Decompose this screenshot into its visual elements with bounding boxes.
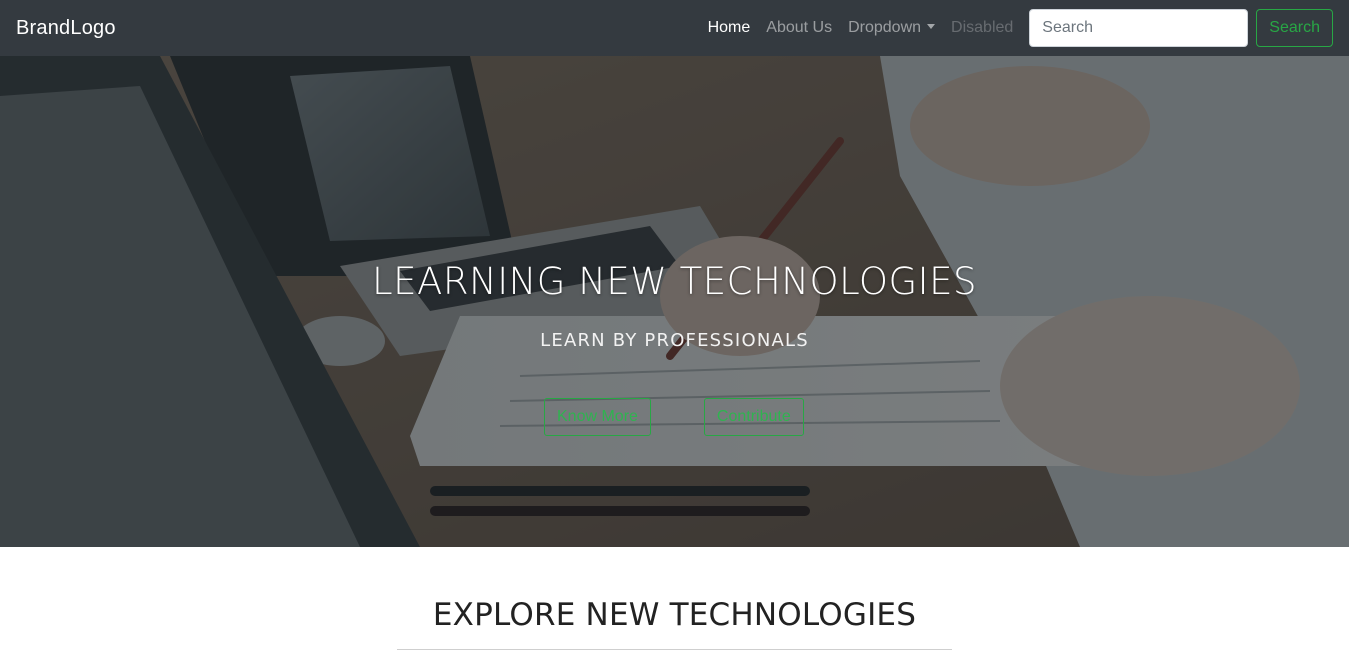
search-input[interactable] — [1029, 9, 1249, 47]
search-button[interactable]: Search — [1256, 9, 1333, 47]
nav-item-disabled-label: Disabled — [951, 19, 1014, 36]
hero-title: LEARNING NEW TECHNOLOGIES — [372, 260, 977, 303]
hero-section: LEARNING NEW TECHNOLOGIES LEARN BY PROFE… — [0, 56, 1349, 547]
nav-item-dropdown[interactable]: Dropdown — [840, 11, 943, 45]
explore-title: EXPLORE NEW TECHNOLOGIES — [432, 597, 917, 633]
brand-logo[interactable]: BrandLogo — [16, 17, 116, 40]
navbar-right: Home About Us Dropdown Disabled Search — [700, 0, 1333, 56]
nav-item-about-us-label: About Us — [766, 19, 833, 36]
nav-item-home-label: Home — [707, 19, 751, 36]
contribute-button[interactable]: Contribute — [703, 398, 804, 436]
nav-links: Home About Us Dropdown Disabled — [700, 11, 1022, 45]
nav-item-disabled: Disabled — [943, 11, 1021, 45]
nav-item-dropdown-label: Dropdown — [848, 19, 922, 36]
know-more-button[interactable]: Know More — [544, 398, 651, 436]
nav-item-home[interactable]: Home — [700, 11, 759, 45]
explore-section: EXPLORE NEW TECHNOLOGIES — [0, 547, 1349, 654]
navbar: BrandLogo Home About Us Dropdown Disable… — [0, 0, 1349, 56]
hero-subtitle: LEARN BY PROFESSIONALS — [540, 330, 809, 351]
section-divider — [397, 649, 952, 650]
hero-content: LEARNING NEW TECHNOLOGIES LEARN BY PROFE… — [0, 56, 1349, 547]
caret-down-icon — [927, 23, 936, 29]
nav-item-about-us[interactable]: About Us — [758, 11, 840, 45]
hero-buttons: Know More Contribute — [544, 398, 804, 436]
